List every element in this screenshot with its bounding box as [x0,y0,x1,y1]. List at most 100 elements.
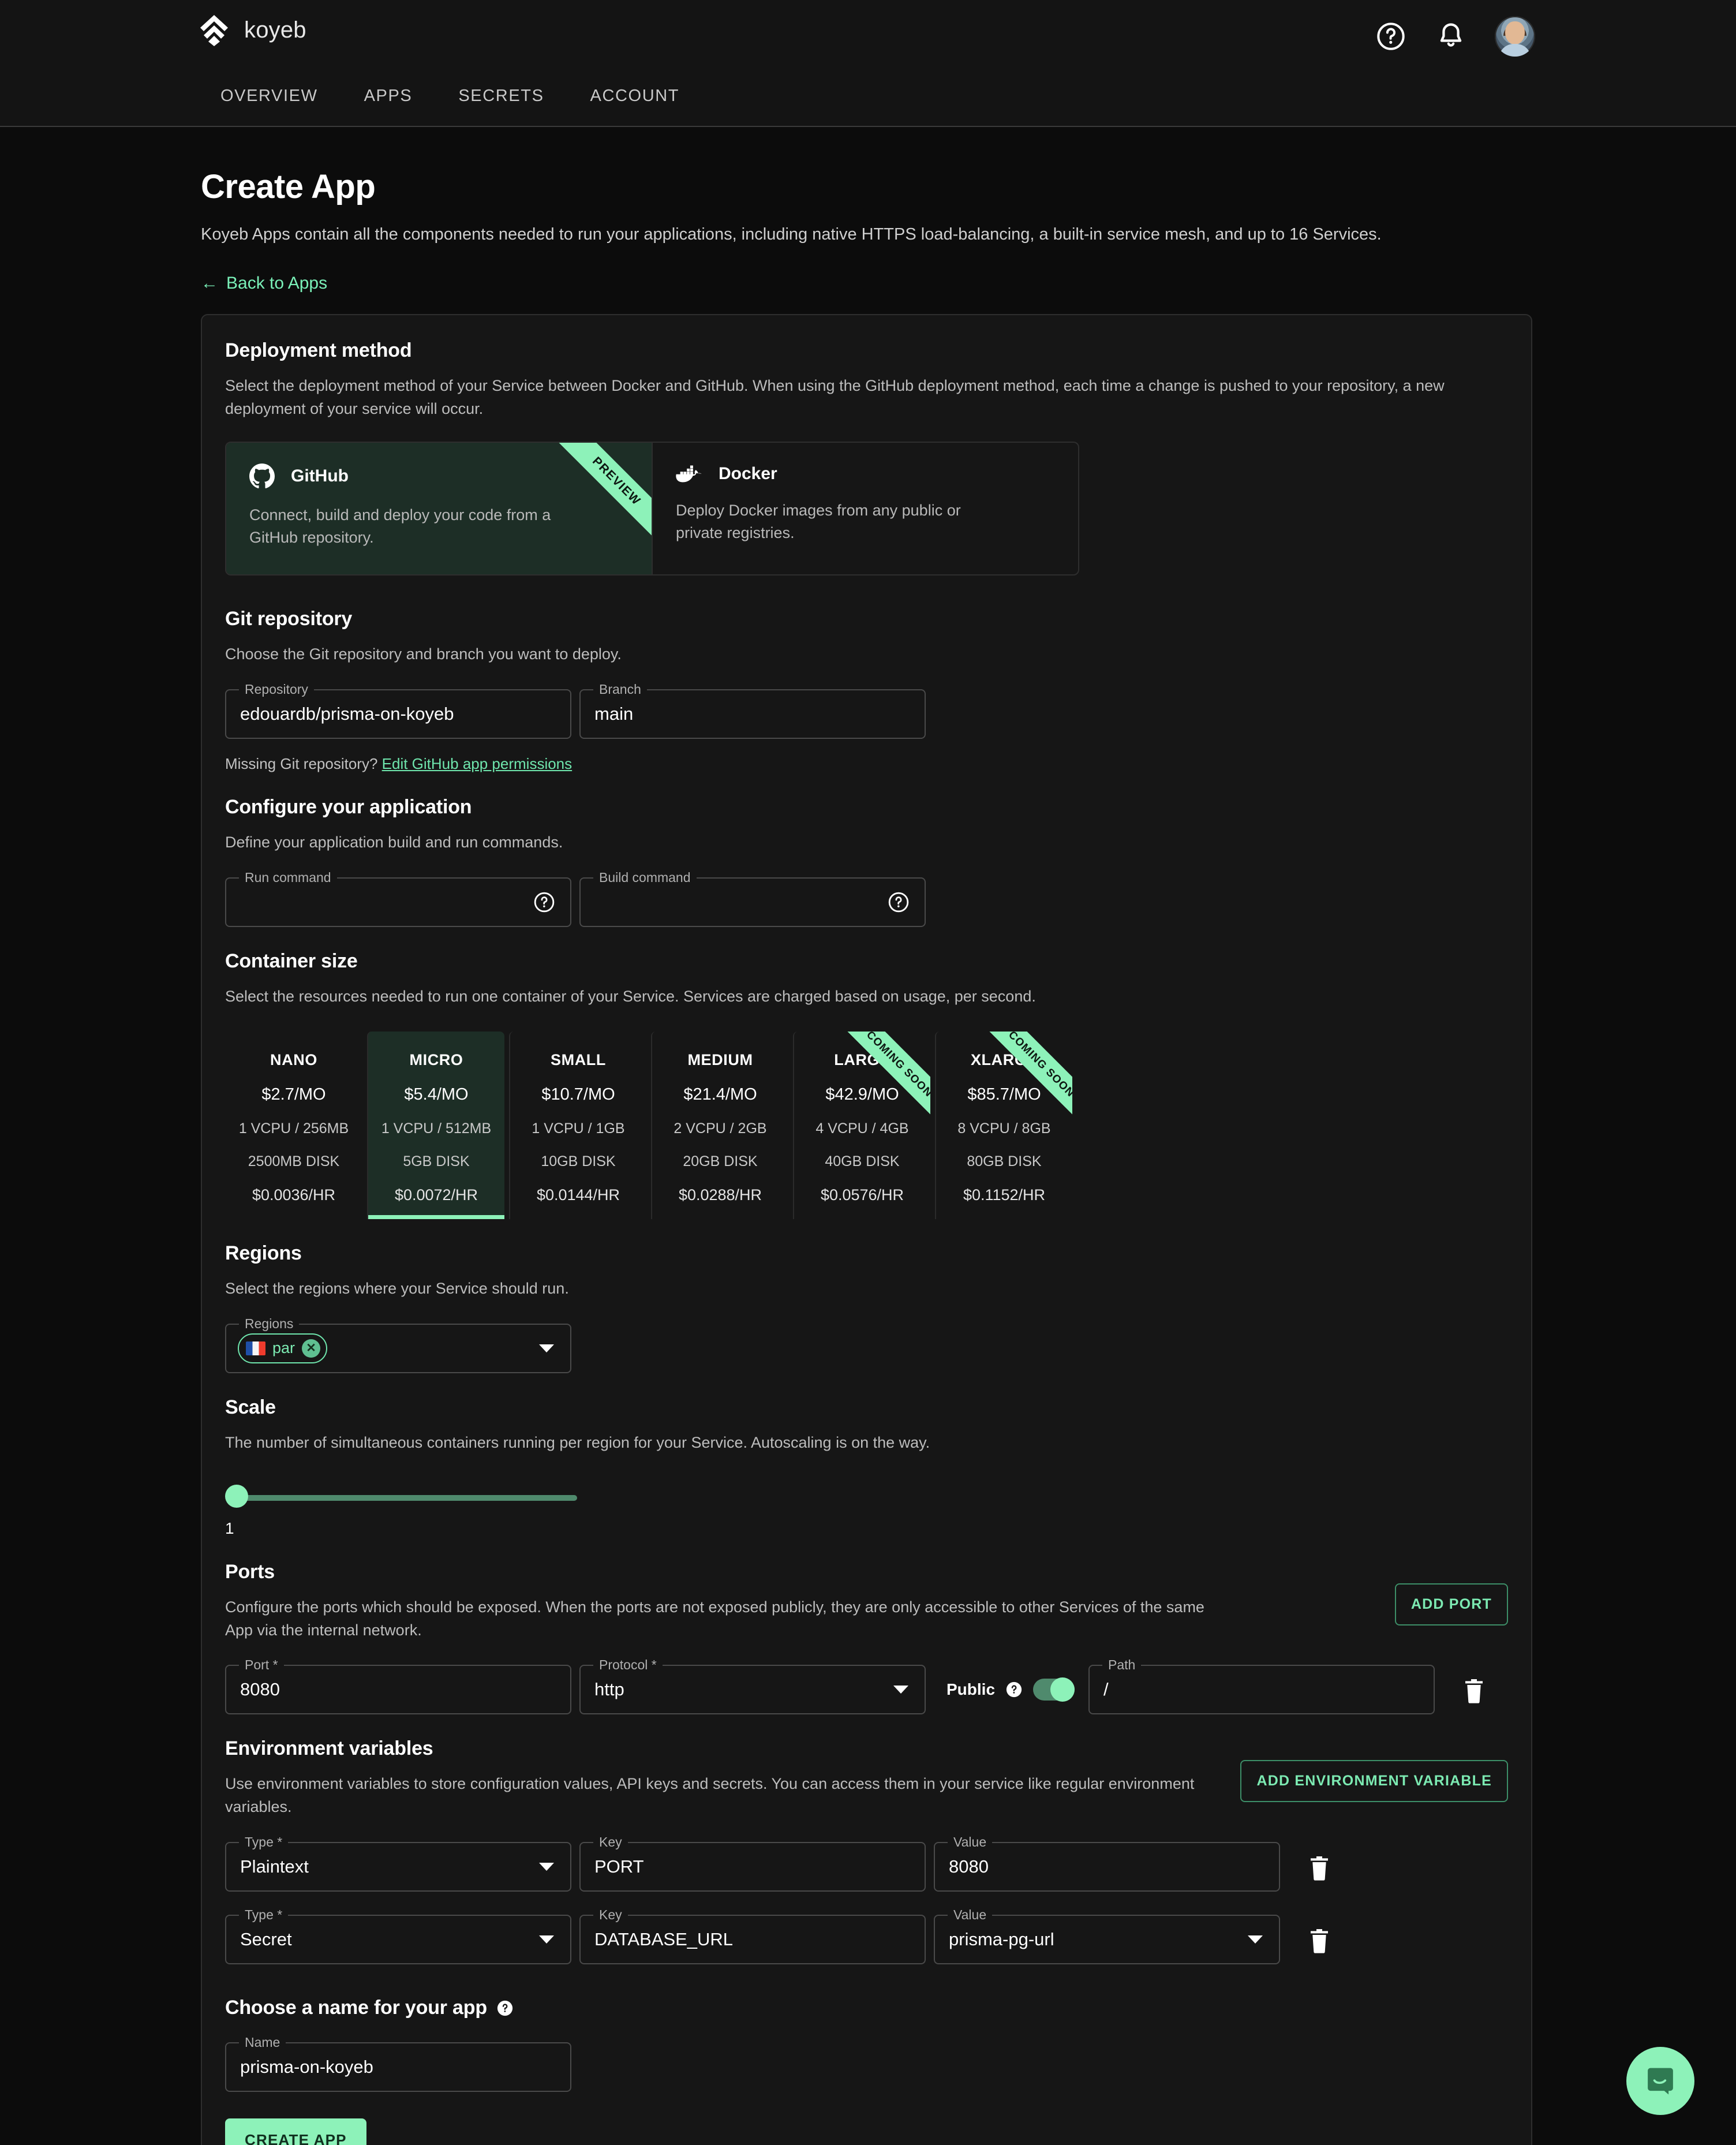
container-size-price: $2.7/MO [225,1085,362,1104]
env-value-select[interactable]: Value prisma-pg-url [934,1915,1280,1964]
container-size-xlarge[interactable]: COMING SOON XLARGE $85.7/MO 8 VCPU / 8GB… [935,1032,1072,1219]
scale-slider-track [231,1495,577,1501]
back-to-apps-link[interactable]: ← Back to Apps [201,274,327,293]
container-size-spec: 4 VCPU / 4GB [794,1120,930,1137]
container-size-nano[interactable]: NANO $2.7/MO 1 VCPU / 256MB 2500MB DISK … [225,1032,362,1219]
user-avatar[interactable] [1495,16,1535,57]
path-input[interactable]: Path / [1088,1665,1435,1714]
region-chip-par[interactable]: par ✕ [238,1333,327,1363]
repository-label: Repository [239,682,314,697]
public-toggle[interactable] [1033,1679,1075,1701]
nav-item-account[interactable]: ACCOUNT [567,87,703,106]
env-key-input[interactable]: Key PORT [579,1842,926,1892]
bell-icon[interactable] [1435,20,1467,53]
git-repository-heading: Git repository [225,608,1508,630]
run-command-help-icon[interactable] [533,891,555,913]
repository-value: edouardb/prisma-on-koyeb [240,704,454,724]
deployment-option-docker[interactable]: Docker Deploy Docker images from any pub… [652,443,1078,574]
container-size-description: Select the resources needed to run one c… [225,985,1508,1008]
regions-description: Select the regions where your Service sh… [225,1277,1508,1301]
public-help-icon[interactable] [1005,1681,1023,1698]
nav-item-apps[interactable]: APPS [341,87,436,106]
app-name-value: prisma-on-koyeb [240,2057,373,2077]
chat-launcher-button[interactable] [1626,2047,1694,2115]
flag-france-icon [246,1341,265,1355]
back-to-apps-label: Back to Apps [226,274,327,293]
container-size-small[interactable]: SMALL $10.7/MO 1 VCPU / 1GB 10GB DISK $0… [509,1032,646,1219]
run-command-input[interactable]: Run command [225,877,571,927]
page-title: Create App [201,167,1537,206]
page-subtitle: Koyeb Apps contain all the components ne… [201,222,1459,247]
environment-variables-heading: Environment variables [225,1737,1508,1760]
env-type-select[interactable]: Type * Plaintext [225,1842,571,1892]
configure-application-heading: Configure your application [225,796,1508,819]
brand-name: koyeb [244,17,306,43]
chevron-down-icon[interactable] [539,1935,554,1944]
env-key-label: Key [593,1834,628,1850]
deployment-option-docker-title: Docker [719,464,777,484]
app-name-row: Name prisma-on-koyeb [225,2042,1508,2092]
container-size-price: $10.7/MO [510,1085,646,1104]
env-type-select[interactable]: Type * Secret [225,1915,571,1964]
create-app-button[interactable]: CREATE APP [225,2118,366,2145]
help-circle-icon[interactable] [1375,20,1407,53]
chevron-down-icon[interactable] [893,1686,908,1694]
container-size-large[interactable]: COMING SOON LARGE $42.9/MO 4 VCPU / 4GB … [793,1032,930,1219]
deployment-option-github[interactable]: PREVIEW GitHub Connect, build and deploy… [226,443,652,574]
add-environment-variable-button[interactable]: ADD ENVIRONMENT VARIABLE [1240,1760,1508,1802]
regions-heading: Regions [225,1242,1508,1265]
port-number-input[interactable]: Port * 8080 [225,1665,571,1714]
ports-header-row: Configure the ports which should be expo… [225,1583,1508,1642]
scale-description: The number of simultaneous containers ru… [225,1432,1508,1455]
app-name-input[interactable]: Name prisma-on-koyeb [225,2042,571,2092]
build-command-help-icon[interactable] [888,891,910,913]
container-size-disk: 10GB DISK [510,1153,646,1170]
edit-github-permissions-link[interactable]: Edit GitHub app permissions [382,755,572,772]
branch-input[interactable]: Branch main [579,689,926,739]
delete-port-icon[interactable] [1462,1677,1486,1704]
environment-variables-description: Use environment variables to store confi… [225,1773,1206,1819]
remove-region-icon[interactable]: ✕ [302,1339,320,1358]
env-key-label: Key [593,1907,628,1923]
nav-item-overview[interactable]: OVERVIEW [214,87,341,106]
avatar-shirt [1499,44,1531,57]
app-name-help-icon[interactable] [496,2000,514,2017]
env-key-value: PORT [594,1856,644,1877]
scale-slider[interactable] [225,1485,577,1510]
public-toggle-knob [1050,1677,1075,1702]
env-type-value: Secret [240,1929,292,1950]
chevron-down-icon[interactable] [539,1344,554,1352]
chevron-down-icon[interactable] [1248,1935,1263,1944]
build-command-input[interactable]: Build command [579,877,926,927]
configure-application-description: Define your application build and run co… [225,831,1508,854]
env-key-input[interactable]: Key DATABASE_URL [579,1915,926,1964]
container-size-disk: 2500MB DISK [225,1153,362,1170]
chevron-down-icon[interactable] [539,1863,554,1871]
regions-row: Regions par ✕ [225,1324,1508,1373]
environment-variables-header-row: Use environment variables to store confi… [225,1760,1508,1819]
branch-value: main [594,704,633,724]
scale-value: 1 [225,1519,1508,1538]
container-size-medium[interactable]: MEDIUM $21.4/MO 2 VCPU / 2GB 20GB DISK $… [651,1032,788,1219]
container-size-micro[interactable]: MICRO $5.4/MO 1 VCPU / 512MB 5GB DISK $0… [367,1032,504,1219]
scale-slider-thumb[interactable] [225,1485,248,1508]
env-value-value: prisma-pg-url [949,1929,1054,1950]
branch-label: Branch [593,682,647,697]
container-size-hourly: $0.0072/HR [368,1186,504,1204]
container-size-price: $21.4/MO [652,1085,788,1104]
protocol-select[interactable]: Protocol * http [579,1665,926,1714]
nav-item-secrets[interactable]: SECRETS [435,87,567,106]
container-size-spec: 1 VCPU / 512MB [368,1120,504,1137]
brand-logo[interactable]: koyeb [199,14,306,46]
container-size-name: NANO [225,1051,362,1069]
app-name-heading-row: Choose a name for your app [225,1997,1508,2019]
container-size-name: MICRO [368,1051,504,1069]
env-value-input[interactable]: Value 8080 [934,1842,1280,1892]
port-label: Port * [239,1657,284,1673]
add-port-button[interactable]: ADD PORT [1395,1583,1508,1625]
delete-environment-variable-icon[interactable] [1308,1855,1331,1881]
arrow-left-icon: ← [201,274,218,293]
repository-input[interactable]: Repository edouardb/prisma-on-koyeb [225,689,571,739]
regions-select[interactable]: Regions par ✕ [225,1324,571,1373]
delete-environment-variable-icon[interactable] [1308,1927,1331,1954]
